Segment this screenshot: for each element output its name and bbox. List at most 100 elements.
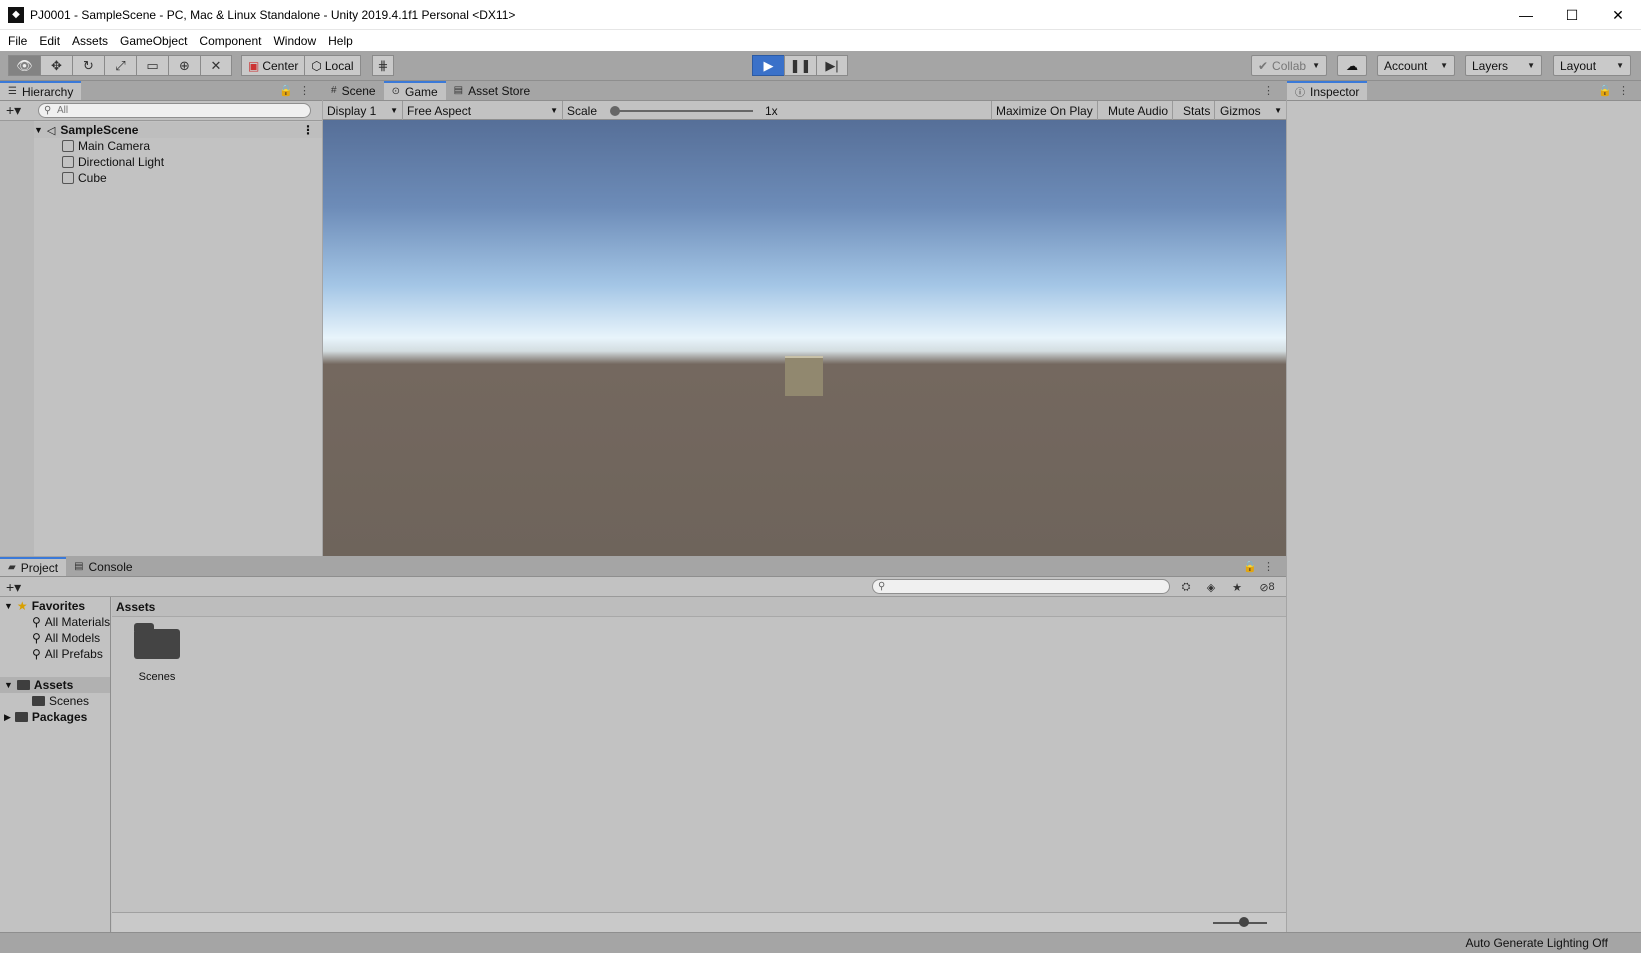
lighting-status[interactable]: Auto Generate Lighting Off: [1465, 936, 1608, 950]
scene-row[interactable]: ▼ ◁ SampleScene ⋮: [34, 122, 322, 138]
list-item[interactable]: Directional Light: [62, 154, 164, 170]
scale-slider[interactable]: [613, 110, 753, 112]
list-item[interactable]: Cube: [62, 170, 107, 186]
panel-menu-icon[interactable]: 🔒⋮: [1598, 84, 1635, 97]
game-toolbar: Display 1 ▼ Free Aspect ▼ Scale 1x Maximiz…: [323, 101, 1286, 120]
grid-snap-icon[interactable]: ⋕: [372, 55, 394, 76]
list-item[interactable]: ⚲ All Materials: [32, 614, 111, 630]
eye-slash-icon: ⊘: [1259, 581, 1269, 594]
list-item[interactable]: ⚲ All Prefabs: [32, 646, 103, 662]
scale-slider-handle[interactable]: [610, 106, 620, 116]
create-dropdown[interactable]: +▾: [0, 102, 38, 119]
foldout-arrow-icon[interactable]: ▶: [4, 712, 11, 723]
aspect-dropdown[interactable]: Free Aspect ▼: [403, 101, 563, 120]
hierarchy-search-input[interactable]: ⚲ All: [38, 103, 311, 118]
folder-icon: [14, 712, 28, 722]
close-button[interactable]: ✕: [1595, 0, 1641, 30]
foldout-arrow-icon[interactable]: ▼: [4, 601, 13, 611]
display-dropdown[interactable]: Display 1 ▼: [323, 101, 403, 120]
favorites-label: Favorites: [31, 599, 86, 613]
assets-label: Assets: [33, 678, 74, 692]
collab-dropdown[interactable]: ✔ Collab ▼: [1251, 55, 1327, 76]
favorite-star-icon[interactable]: ★: [1225, 579, 1249, 595]
menu-file[interactable]: File: [4, 34, 31, 48]
foldout-arrow-icon[interactable]: ▼: [4, 680, 13, 690]
hidden-packages-toggle[interactable]: ⊘ 8: [1252, 579, 1282, 595]
menu-component[interactable]: Component: [195, 34, 265, 48]
move-tool-icon[interactable]: ✥: [40, 55, 72, 76]
game-viewport[interactable]: [323, 120, 1286, 556]
tab-inspector[interactable]: ⓘ Inspector: [1287, 81, 1368, 100]
list-item[interactable]: Main Camera: [62, 138, 150, 154]
center-pivot-icon: ▣: [248, 58, 260, 73]
scene-menu-icon[interactable]: ⋮: [302, 123, 314, 137]
project-search-input[interactable]: ⚲: [872, 579, 1170, 594]
panel-menu-icon[interactable]: 🔒⋮: [279, 84, 316, 97]
search-by-label-icon[interactable]: ◈: [1199, 579, 1223, 595]
status-bar: Auto Generate Lighting Off: [0, 932, 1641, 953]
foldout-arrow-icon[interactable]: ▼: [34, 125, 43, 135]
rotate-tool-icon[interactable]: ↻: [72, 55, 104, 76]
list-item[interactable]: ⚲ All Models: [32, 630, 100, 646]
cloud-button[interactable]: ☁: [1337, 55, 1367, 76]
tab-game[interactable]: ⊙ Game: [383, 81, 446, 100]
layout-dropdown[interactable]: Layout ▼: [1553, 55, 1631, 76]
menu-help[interactable]: Help: [324, 34, 357, 48]
create-dropdown[interactable]: +▾: [0, 579, 38, 596]
inspector-tab-label: Inspector: [1310, 84, 1360, 99]
mute-audio-toggle[interactable]: Mute Audio: [1104, 101, 1174, 120]
tab-hierarchy[interactable]: ☰ Hierarchy: [0, 81, 82, 100]
minimize-button[interactable]: —: [1503, 0, 1549, 30]
layers-dropdown[interactable]: Layers ▼: [1465, 55, 1542, 76]
pivot-local-label: Local: [324, 58, 354, 73]
tab-console[interactable]: ▤ Console: [66, 557, 140, 576]
panel-menu-icon[interactable]: 🔒⋮: [1243, 560, 1280, 573]
layers-label: Layers: [1472, 58, 1509, 73]
custom-tool-icon[interactable]: ✕: [200, 55, 232, 76]
gizmos-dropdown[interactable]: Gizmos ▼: [1216, 101, 1286, 120]
stats-toggle[interactable]: Stats: [1179, 101, 1216, 120]
menu-edit[interactable]: Edit: [35, 34, 64, 48]
unity-logo-icon: ◆: [8, 6, 24, 23]
pause-button[interactable]: ❚❚: [784, 55, 816, 76]
panel-menu-icon[interactable]: ⋮: [1263, 84, 1280, 97]
menu-bar: File Edit Assets GameObject Component Wi…: [0, 30, 1641, 51]
packages-row[interactable]: ▶ Packages: [4, 709, 87, 725]
search-icon: ⚲: [32, 615, 41, 629]
list-item[interactable]: Scenes: [32, 693, 89, 709]
menu-assets[interactable]: Assets: [68, 34, 112, 48]
icon-size-slider-handle[interactable]: [1239, 917, 1249, 927]
rect-tool-icon[interactable]: ▭: [136, 55, 168, 76]
maximize-button[interactable]: ☐: [1549, 0, 1595, 30]
favorites-row[interactable]: ▼ ★ Favorites: [4, 598, 85, 614]
step-button[interactable]: ▶|: [816, 55, 848, 76]
chevron-down-icon: ▼: [1616, 61, 1624, 70]
folder-icon[interactable]: [134, 623, 180, 659]
scale-tool-icon[interactable]: ⤢: [104, 55, 136, 76]
pivot-local-button[interactable]: ⬡ Local: [304, 55, 361, 76]
asset-item-label[interactable]: Scenes: [126, 671, 188, 683]
project-asset-grid: Assets Scenes: [112, 597, 1286, 932]
scale-label: Scale: [567, 103, 598, 118]
tab-project[interactable]: ▰ Project: [0, 557, 67, 576]
pivot-center-button[interactable]: ▣ Center: [241, 55, 305, 76]
account-dropdown[interactable]: Account ▼: [1377, 55, 1455, 76]
view-tool-icon[interactable]: 👁: [8, 55, 40, 76]
menu-window[interactable]: Window: [269, 34, 320, 48]
maximize-on-play-toggle[interactable]: Maximize On Play: [991, 101, 1098, 120]
menu-gameobject[interactable]: GameObject: [116, 34, 191, 48]
list-icon: ☰: [8, 86, 17, 97]
inspector-tabbar: ⓘ Inspector 🔒⋮: [1287, 81, 1641, 101]
search-by-type-icon[interactable]: ⛭: [1174, 579, 1198, 595]
breadcrumb[interactable]: Assets: [112, 597, 1286, 617]
play-button[interactable]: ▶: [752, 55, 784, 76]
cloud-icon: ☁: [1346, 58, 1358, 73]
project-tab-label: Project: [20, 560, 59, 575]
transform-tool-icon[interactable]: ⊕: [168, 55, 200, 76]
object-label: Directional Light: [78, 155, 165, 169]
info-icon: ⓘ: [1295, 88, 1305, 99]
assets-row[interactable]: ▼ Assets: [0, 677, 110, 693]
tab-asset-store[interactable]: ▤ Asset Store: [446, 81, 538, 100]
tab-scene[interactable]: # Scene: [323, 81, 384, 100]
playmode-controls: ▶ ❚❚ ▶|: [752, 55, 848, 76]
